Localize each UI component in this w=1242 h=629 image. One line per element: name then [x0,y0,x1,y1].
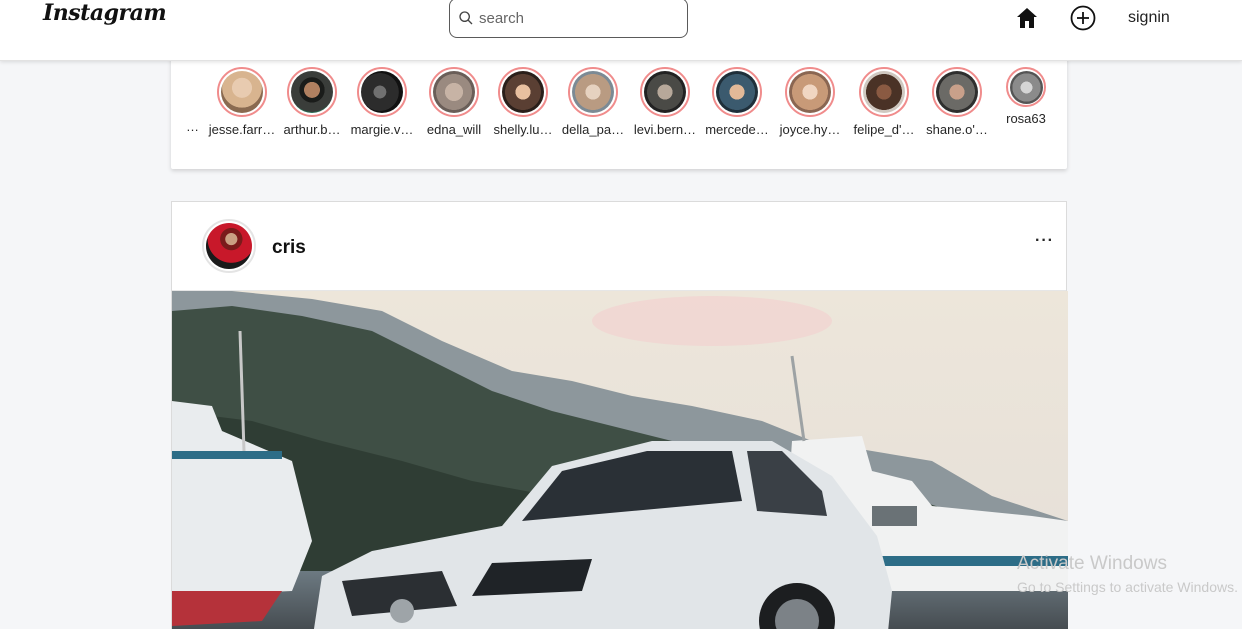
story-item[interactable]: della_pa… [556,67,630,137]
story-username: arthur.b… [283,122,341,137]
story-avatar [789,71,831,113]
more-options-icon[interactable]: ··· [1035,232,1054,250]
story-item[interactable]: shelly.lu… [486,67,560,137]
story-username: joyce.hy… [779,122,841,137]
story-item[interactable]: joyce.hy… [773,67,847,137]
stories-bar: … jesse.farr… arthur.b… margie.v… edna_w… [171,52,1067,169]
story-overflow: … [186,119,199,134]
story-item[interactable]: edna_will [417,67,491,137]
signin-link[interactable]: signin [1128,9,1170,27]
story-username: shelly.lu… [493,122,553,137]
story-item[interactable]: levi.bern… [628,67,702,137]
story-username: margie.v… [350,122,414,137]
story-username: levi.bern… [633,122,697,137]
story-item[interactable]: shane.o'… [920,67,994,137]
story-item[interactable]: jesse.farr… [205,67,279,137]
post-username[interactable]: cris [272,237,306,259]
search-box[interactable] [449,0,688,38]
story-ring [712,67,762,117]
story-avatar [936,71,978,113]
story-ring [859,67,909,117]
story-avatar [1009,70,1043,104]
story-ring [217,67,267,117]
post-card: cris ··· [171,201,1068,629]
story-ring [785,67,835,117]
story-item[interactable]: arthur.b… [275,67,349,137]
top-navbar: Instagram signin [0,0,1242,61]
add-post-icon[interactable] [1070,5,1096,31]
story-ring [498,67,548,117]
story-ring [429,67,479,117]
story-avatar [572,71,614,113]
story-ring [1006,67,1046,107]
avatar-image [206,223,252,269]
story-avatar [716,71,758,113]
home-icon[interactable] [1015,6,1039,30]
story-username: edna_will [426,122,482,137]
post-image[interactable] [172,291,1068,629]
story-avatar [291,71,333,113]
story-avatar [502,71,544,113]
story-ring [357,67,407,117]
story-item[interactable]: rosa63 [989,67,1063,126]
story-avatar [644,71,686,113]
story-avatar [361,71,403,113]
story-username: jesse.farr… [208,122,276,137]
story-username: felipe_d'… [853,122,915,137]
story-avatar [221,71,263,113]
post-header: cris ··· [172,202,1066,291]
story-ring [932,67,982,117]
story-username: shane.o'… [926,122,988,137]
story-username: rosa63 [1006,111,1046,126]
post-avatar[interactable] [202,219,256,273]
story-item[interactable]: margie.v… [345,67,419,137]
story-username: mercede… [705,122,769,137]
story-avatar [863,71,905,113]
story-ring [640,67,690,117]
post-photo [172,291,1068,629]
story-item[interactable]: mercede… [700,67,774,137]
story-item[interactable]: felipe_d'… [847,67,921,137]
story-avatar [433,71,475,113]
story-ring [568,67,618,117]
story-ring [287,67,337,117]
instagram-logo[interactable]: Instagram [43,0,167,26]
search-input[interactable] [479,9,679,27]
story-username: della_pa… [561,122,625,137]
search-icon [459,11,473,25]
